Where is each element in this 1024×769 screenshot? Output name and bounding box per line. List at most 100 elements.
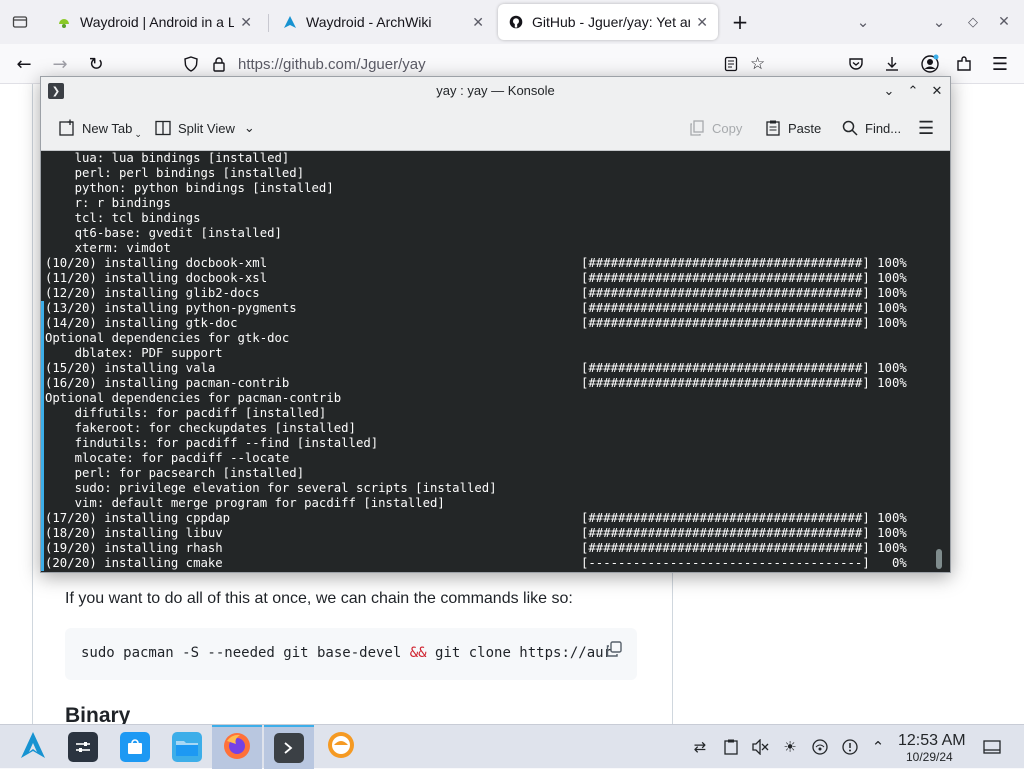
list-all-tabs-chevron-icon[interactable]: ⌄ — [851, 10, 875, 34]
konsole-titlebar[interactable]: yay : yay — Konsole ❯ ⌄ ⌃ ✕ — [41, 77, 950, 105]
tab-archwiki[interactable]: Waydroid - ArchWiki ✕ — [272, 4, 494, 40]
code-block: sudo pacman -S --needed git base-devel &… — [65, 628, 637, 680]
split-view-button[interactable]: Split View ⌄ — [153, 117, 255, 139]
volume-muted-icon[interactable] — [750, 737, 770, 757]
tab-separator — [268, 14, 269, 32]
kde-connect-icon[interactable]: ⇄ — [690, 737, 710, 757]
pocket-icon[interactable] — [844, 52, 868, 76]
terminal-line-text: (20/20) installing cmake — [45, 556, 223, 570]
task-system-settings[interactable] — [58, 725, 108, 769]
konsole-window[interactable]: yay : yay — Konsole ❯ ⌄ ⌃ ✕ New Tab ⌄ Sp… — [40, 76, 951, 573]
new-tab-icon[interactable]: + — [728, 10, 752, 34]
tray-expand-chevron-icon[interactable]: ⌃ — [868, 737, 888, 757]
progress-bar-text: [#####################################] … — [581, 301, 907, 315]
tab-github-yay[interactable]: GitHub - Jguer/yay: Yet ano ✕ — [498, 4, 718, 40]
minimize-chevron-icon[interactable]: ⌄ — [880, 82, 898, 100]
terminal-line-text: (17/20) installing cppdap — [45, 511, 231, 525]
terminal-line: (20/20) installing cmake [---------------… — [45, 556, 907, 571]
terminal-line-text: r: r bindings — [45, 196, 171, 210]
split-view-icon — [153, 119, 173, 137]
maximize-chevron-icon[interactable]: ⌃ — [904, 82, 922, 100]
code-text: sudo pacman -S --needed git base-devel &… — [81, 645, 612, 661]
lock-icon[interactable] — [210, 55, 228, 73]
new-tab-label: New Tab — [82, 120, 133, 136]
konsole-toolbar: New Tab ⌄ Split View ⌄ Copy Paste Find..… — [41, 105, 950, 151]
terminal-line: (15/20) installing vala [################… — [45, 361, 907, 376]
bookmark-star-icon[interactable]: ☆ — [750, 54, 770, 74]
github-icon — [508, 14, 524, 30]
progress-bar-text: [#####################################] … — [581, 376, 907, 390]
terminal-line: perl: for pacsearch [installed] — [45, 466, 497, 481]
copy-button[interactable]: Copy — [687, 117, 742, 139]
code-operator: && — [409, 645, 427, 661]
paste-clipboard-icon — [763, 119, 783, 137]
tab-title: GitHub - Jguer/yay: Yet ano — [532, 14, 691, 30]
copy-icon — [687, 119, 707, 137]
close-tab-icon[interactable]: ✕ — [696, 14, 708, 31]
extensions-icon[interactable] — [952, 52, 976, 76]
hamburger-menu-icon[interactable]: ☰ — [918, 117, 934, 139]
terminal-lines: lua: lua bindings [installed] perl: perl… — [45, 151, 907, 571]
show-desktop-icon[interactable] — [982, 737, 1002, 757]
window-maximize-icon[interactable]: ◇ — [961, 10, 985, 34]
progress-bar-text: [#####################################] … — [581, 361, 907, 375]
dropdown-chevron-icon[interactable]: ⌄ — [244, 120, 255, 136]
clipboard-icon[interactable] — [721, 737, 741, 757]
terminal-line-text: (12/20) installing glib2-docs — [45, 286, 260, 300]
task-waydroid[interactable] — [316, 725, 366, 769]
terminal-line: tcl: tcl bindings — [45, 211, 497, 226]
terminal-line: (12/20) installing glib2-docs [##########… — [45, 286, 907, 301]
terminal-line-text: tcl: tcl bindings — [45, 211, 201, 225]
updates-icon[interactable] — [840, 737, 860, 757]
section-heading: Binary — [65, 704, 131, 724]
task-discover[interactable] — [110, 725, 160, 769]
firefox-icon — [222, 731, 252, 765]
terminal-line-text: diffutils: for pacdiff [installed] — [45, 406, 327, 420]
task-firefox[interactable] — [212, 725, 262, 769]
readme-paragraph: If you want to do all of this at once, w… — [65, 590, 573, 607]
tab-list-icon[interactable] — [8, 10, 32, 34]
reload-icon[interactable]: ↻ — [84, 52, 108, 76]
reader-view-icon[interactable] — [722, 55, 740, 73]
task-file-manager[interactable] — [162, 725, 212, 769]
menu-hamburger-icon[interactable]: ☰ — [988, 52, 1012, 76]
waydroid-app-icon — [326, 730, 356, 764]
terminal-line-text: (16/20) installing pacman-contrib — [45, 376, 290, 390]
task-konsole[interactable] — [264, 725, 314, 769]
waydroid-icon — [56, 14, 72, 30]
terminal-line-text: vim: default merge program for pacdiff [… — [45, 496, 445, 510]
find-button[interactable]: Find... — [840, 117, 901, 139]
forward-arrow-icon[interactable]: → — [48, 52, 72, 76]
terminal-line-text: dblatex: PDF support — [45, 346, 223, 360]
window-minimize-chevron-icon[interactable]: ⌄ — [927, 10, 951, 34]
clock-time[interactable]: 12:53 AM — [898, 732, 966, 750]
paste-label: Paste — [788, 120, 822, 136]
terminal-output[interactable]: lua: lua bindings [installed] perl: perl… — [41, 151, 950, 572]
shield-icon[interactable] — [182, 55, 200, 73]
tab-waydroid[interactable]: Waydroid | Android in a Li ✕ — [46, 4, 262, 40]
downloads-icon[interactable] — [880, 52, 904, 76]
back-arrow-icon[interactable]: ← — [12, 52, 36, 76]
paste-button[interactable]: Paste — [763, 117, 821, 139]
app-launcher-button[interactable] — [8, 725, 58, 769]
brightness-icon[interactable]: ☀ — [780, 737, 800, 757]
terminal-line-text: Optional dependencies for pacman-contrib — [45, 391, 342, 405]
settings-sliders-icon — [68, 732, 98, 762]
account-icon[interactable] — [918, 52, 942, 76]
window-close-icon[interactable]: ✕ — [992, 10, 1016, 34]
terminal-icon — [274, 733, 304, 763]
terminal-scrollbar[interactable] — [936, 549, 942, 569]
network-icon[interactable] — [810, 737, 830, 757]
close-tab-icon[interactable]: ✕ — [240, 14, 252, 31]
terminal-line: (10/20) installing docbook-xml [#########… — [45, 256, 907, 271]
close-tab-icon[interactable]: ✕ — [472, 14, 484, 31]
progress-bar-text: [#####################################] … — [581, 271, 907, 285]
konsole-app-icon[interactable]: ❯ — [48, 83, 64, 99]
archlinux-icon — [282, 14, 298, 30]
terminal-line-text: perl: for pacsearch [installed] — [45, 466, 305, 480]
progress-bar-text: [#####################################] … — [581, 526, 907, 540]
new-tab-button[interactable]: New Tab ⌄ — [57, 117, 142, 139]
close-icon[interactable]: ✕ — [928, 82, 946, 100]
copy-icon[interactable] — [605, 640, 623, 658]
clock-date[interactable]: 10/29/24 — [906, 750, 953, 764]
